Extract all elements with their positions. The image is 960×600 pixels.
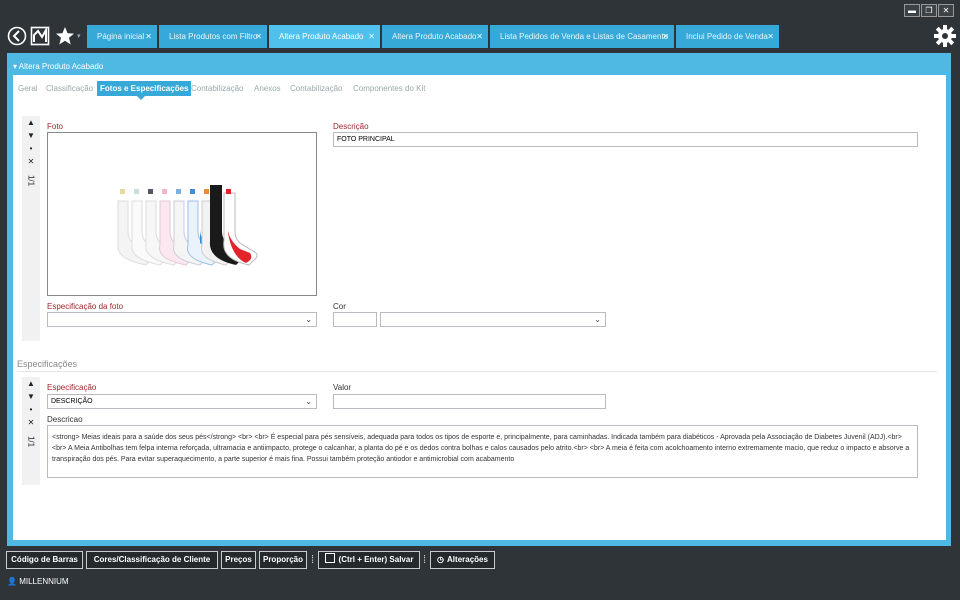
photo-pager: 1/1 bbox=[26, 174, 36, 187]
tab-altera-produto-active[interactable]: Altera Produto Acabado ✕ bbox=[269, 25, 380, 48]
delete-icon[interactable]: ✕ bbox=[22, 416, 40, 429]
cor-label: Cor bbox=[333, 302, 346, 311]
tab-close-icon[interactable]: ✕ bbox=[368, 25, 375, 48]
alteracoes-button[interactable]: ◷ Alterações bbox=[430, 551, 495, 569]
move-up-icon[interactable]: ▲ bbox=[22, 116, 40, 129]
specs-pager: 1/1 bbox=[26, 435, 36, 448]
codigo-barras-button[interactable]: Código de Barras bbox=[6, 551, 83, 569]
separator: ⁞ bbox=[311, 554, 315, 566]
subtab-anexos[interactable]: Anexos bbox=[251, 81, 284, 96]
tab-inclui-pedido[interactable]: Inclui Pedido de Venda ✕ bbox=[676, 25, 779, 48]
especificacoes-section-title: Especificações bbox=[17, 359, 78, 369]
section-divider bbox=[17, 371, 937, 372]
tab-close-icon[interactable]: ✕ bbox=[476, 25, 483, 48]
move-down-icon[interactable]: ▼ bbox=[22, 390, 40, 403]
tab-close-icon[interactable]: ✕ bbox=[145, 25, 152, 48]
subtab-componentes-kit[interactable]: Componentes do Kit bbox=[350, 81, 429, 96]
valor-input[interactable] bbox=[333, 394, 606, 409]
proporcao-button[interactable]: Proporção bbox=[259, 551, 307, 569]
tab-close-icon[interactable]: ✕ bbox=[767, 25, 774, 48]
descricao-textarea[interactable]: <strong> Meias ideais para a saúde dos s… bbox=[47, 425, 918, 478]
add-icon[interactable]: • bbox=[22, 142, 40, 155]
tab-close-icon[interactable]: ✕ bbox=[255, 25, 262, 48]
history-icon: ◷ bbox=[437, 555, 445, 564]
salvar-button[interactable]: (Ctrl + Enter) Salvar bbox=[318, 551, 420, 569]
cor-code-input[interactable] bbox=[333, 312, 377, 327]
user-icon: 👤 bbox=[7, 577, 17, 586]
subtab-geral[interactable]: Geral bbox=[15, 81, 41, 96]
separator: ⁞ bbox=[423, 554, 427, 566]
chevron-down-icon: ⌄ bbox=[305, 315, 312, 324]
delete-icon[interactable]: ✕ bbox=[22, 155, 40, 168]
chevron-down-icon: ⌄ bbox=[305, 397, 312, 406]
tab-lista-pedidos[interactable]: Lista Pedidos de Venda e Listas de Casam… bbox=[490, 25, 674, 48]
status-user: 👤 MILLENNIUM bbox=[7, 577, 69, 586]
back-icon[interactable] bbox=[7, 26, 27, 46]
socks-image bbox=[117, 185, 258, 266]
tab-altera-produto-2[interactable]: Altera Produto Acabado ✕ bbox=[382, 25, 488, 48]
chevron-down-icon: ⌄ bbox=[594, 315, 601, 324]
tab-close-icon[interactable]: ✕ bbox=[662, 25, 669, 48]
especificacao-foto-label: Especificação da foto bbox=[47, 302, 124, 311]
active-subtab-pointer bbox=[137, 96, 145, 100]
add-icon[interactable]: • bbox=[22, 403, 40, 416]
photo-record-navigator: ▲ ▼ • ✕ 1/1 bbox=[22, 116, 40, 341]
foto-label: Foto bbox=[47, 122, 64, 131]
settings-gear-icon[interactable] bbox=[933, 24, 957, 48]
cor-select[interactable]: ⌄ bbox=[380, 312, 606, 327]
subtab-fotos-especificacoes[interactable]: Fotos e Especificações bbox=[97, 81, 192, 96]
move-down-icon[interactable]: ▼ bbox=[22, 129, 40, 142]
chart-icon[interactable] bbox=[30, 26, 50, 46]
subtab-contabilizacao-2[interactable]: Contabilização bbox=[287, 81, 345, 96]
especificacao-select[interactable]: DESCRIÇÃO ⌄ bbox=[47, 394, 317, 409]
minimize-button[interactable]: ▬ bbox=[904, 4, 920, 17]
descricao-label: Descrição bbox=[333, 122, 369, 131]
specs-record-navigator: ▲ ▼ • ✕ 1/1 bbox=[22, 377, 40, 485]
save-icon bbox=[324, 553, 335, 563]
cores-classificacao-button[interactable]: Cores/Classificação de Cliente bbox=[86, 551, 218, 569]
descricao-input[interactable]: FOTO PRINCIPAL bbox=[333, 132, 918, 147]
subtab-classificacao[interactable]: Classificação bbox=[43, 81, 96, 96]
precos-button[interactable]: Preços bbox=[221, 551, 256, 569]
especificacao-foto-select[interactable]: ⌄ bbox=[47, 312, 317, 327]
panel-title[interactable]: ▾ Altera Produto Acabado bbox=[13, 62, 103, 71]
product-photo[interactable] bbox=[47, 132, 317, 296]
favorites-dropdown-icon[interactable]: ▾ bbox=[77, 32, 81, 40]
descricao-text-label: Descricao bbox=[47, 415, 83, 424]
move-up-icon[interactable]: ▲ bbox=[22, 377, 40, 390]
valor-label: Valor bbox=[333, 383, 352, 392]
especificacao-label: Especificação bbox=[47, 383, 97, 392]
favorites-star-icon[interactable] bbox=[55, 26, 75, 46]
tab-lista-produtos[interactable]: Lista Produtos com Filtro ✕ bbox=[159, 25, 267, 48]
tab-pagina-inicial[interactable]: Página inicial ✕ bbox=[87, 25, 157, 48]
close-window-button[interactable]: ✕ bbox=[938, 4, 954, 17]
restore-button[interactable]: ❐ bbox=[921, 4, 937, 17]
subtab-contabilizacao[interactable]: Contabilização bbox=[188, 81, 246, 96]
